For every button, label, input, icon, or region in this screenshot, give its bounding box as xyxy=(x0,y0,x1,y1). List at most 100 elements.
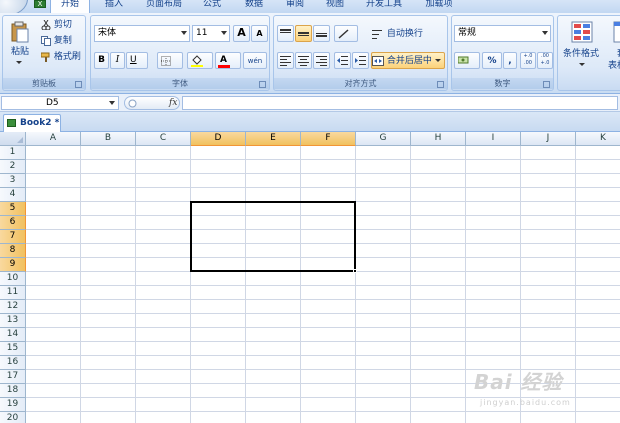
row-header-16[interactable]: 16 xyxy=(0,356,26,370)
merge-center-label: 合并后居中 xyxy=(386,56,432,66)
align-right-button[interactable] xyxy=(313,52,330,69)
row-header-17[interactable]: 17 xyxy=(0,370,26,384)
increase-indent-button[interactable] xyxy=(352,52,369,69)
baidu-jingyan-watermark: Bai 经验 jingyan.baidu.com xyxy=(474,364,620,416)
tab-developer[interactable]: 开发工具 xyxy=(360,0,408,13)
align-bottom-button[interactable] xyxy=(313,25,330,42)
font-name-combo[interactable]: 宋体 xyxy=(94,25,190,42)
font-color-button[interactable]: A xyxy=(215,52,241,69)
column-header-i[interactable]: I xyxy=(466,132,521,146)
row-header-9[interactable]: 9 xyxy=(0,258,26,272)
copy-button[interactable]: 复制 xyxy=(40,34,84,48)
row-header-12[interactable]: 12 xyxy=(0,300,26,314)
row-header-18[interactable]: 18 xyxy=(0,384,26,398)
row-header-2[interactable]: 2 xyxy=(0,160,26,174)
row-header-3[interactable]: 3 xyxy=(0,174,26,188)
align-center-button[interactable] xyxy=(295,52,312,69)
cut-button[interactable]: 剪切 xyxy=(40,18,84,32)
shrink-font-button[interactable]: A xyxy=(251,25,268,42)
number-dialog-launcher[interactable] xyxy=(543,81,550,88)
tab-review[interactable]: 审阅 xyxy=(280,0,310,13)
format-painter-button[interactable]: 格式刷 xyxy=(40,50,86,64)
row-header-11[interactable]: 11 xyxy=(0,286,26,300)
row-header-6[interactable]: 6 xyxy=(0,216,26,230)
row-header-1[interactable]: 1 xyxy=(0,146,26,160)
row-header-8[interactable]: 8 xyxy=(0,244,26,258)
tab-add-ins[interactable]: 加载项 xyxy=(418,0,460,13)
borders-button[interactable] xyxy=(157,52,183,69)
clipboard-dialog-launcher[interactable] xyxy=(75,81,82,88)
align-top-button[interactable] xyxy=(277,25,294,42)
formula-input[interactable] xyxy=(182,96,618,110)
row-header-14[interactable]: 14 xyxy=(0,328,26,342)
grow-font-icon: A xyxy=(237,26,246,39)
select-all-corner[interactable] xyxy=(0,132,26,146)
column-header-g[interactable]: G xyxy=(356,132,411,146)
tab-page-layout[interactable]: 页面布局 xyxy=(138,0,190,13)
phonetic-button[interactable]: wén xyxy=(243,52,267,69)
underline-button[interactable]: U xyxy=(126,52,148,69)
row-header-7[interactable]: 7 xyxy=(0,230,26,244)
italic-button[interactable]: I xyxy=(110,52,125,69)
align-middle-button[interactable] xyxy=(295,25,312,42)
column-header-h[interactable]: H xyxy=(411,132,466,146)
accounting-format-button[interactable] xyxy=(454,52,480,69)
orientation-button[interactable] xyxy=(334,25,358,42)
fill-handle[interactable] xyxy=(353,269,357,273)
paste-dropdown-arrow[interactable] xyxy=(16,61,22,64)
tab-view[interactable]: 视图 xyxy=(318,0,352,13)
font-dialog-launcher[interactable] xyxy=(259,81,266,88)
column-header-k[interactable]: K xyxy=(576,132,620,146)
insert-function-button[interactable]: fx xyxy=(169,97,177,109)
column-header-f[interactable]: F xyxy=(301,132,356,146)
decrease-indent-button[interactable] xyxy=(334,52,351,69)
column-header-e[interactable]: E xyxy=(246,132,301,146)
column-header-j[interactable]: J xyxy=(521,132,576,146)
percent-style-button[interactable]: % xyxy=(482,52,502,69)
selected-range-d5-f9[interactable] xyxy=(190,201,356,272)
gridline-horizontal xyxy=(26,313,620,314)
wrap-text-button[interactable]: 自动换行 xyxy=(371,25,443,42)
row-header-13[interactable]: 13 xyxy=(0,314,26,328)
workbook-icon xyxy=(7,119,16,127)
number-group: 常规 % , +.0 .00 .00 +.0 数字 xyxy=(451,15,554,91)
conditional-formatting-button[interactable]: 条件格式 xyxy=(560,18,604,74)
row-header-5[interactable]: 5 xyxy=(0,202,26,216)
fill-color-button[interactable] xyxy=(187,52,213,69)
grow-font-button[interactable]: A xyxy=(233,25,250,42)
borders-icon xyxy=(161,56,171,66)
row-header-15[interactable]: 15 xyxy=(0,342,26,356)
row-header-4[interactable]: 4 xyxy=(0,188,26,202)
column-header-a[interactable]: A xyxy=(26,132,81,146)
row-header-19[interactable]: 19 xyxy=(0,398,26,412)
paste-button[interactable]: 粘贴 xyxy=(5,18,33,68)
tab-data[interactable]: 数据 xyxy=(236,0,272,13)
tab-formulas[interactable]: 公式 xyxy=(196,0,228,13)
tab-home[interactable]: 开始 xyxy=(50,0,90,13)
row-header-10[interactable]: 10 xyxy=(0,272,26,286)
name-box-dropdown-icon[interactable] xyxy=(109,101,115,105)
font-name-dropdown-icon xyxy=(181,31,187,35)
tab-insert[interactable]: 插入 xyxy=(96,0,132,13)
phonetic-icon: wén xyxy=(247,57,263,65)
column-header-d[interactable]: D xyxy=(191,132,246,146)
workbook-tab-book2[interactable]: Book2 * xyxy=(3,114,61,132)
bold-button[interactable]: B xyxy=(94,52,109,69)
column-header-c[interactable]: C xyxy=(136,132,191,146)
paste-icon xyxy=(11,21,29,43)
font-size-combo[interactable]: 11 xyxy=(192,25,230,42)
decrease-decimal-button[interactable]: .00 +.0 xyxy=(537,52,553,69)
row-header-20[interactable]: 20 xyxy=(0,412,26,423)
alignment-dialog-launcher[interactable] xyxy=(437,81,444,88)
merge-center-button[interactable]: 合并后居中 xyxy=(371,52,445,69)
format-painter-label: 格式刷 xyxy=(53,52,81,62)
column-header-b[interactable]: B xyxy=(81,132,136,146)
copy-label: 复制 xyxy=(53,36,72,46)
increase-decimal-button[interactable]: +.0 .00 xyxy=(520,52,536,69)
name-box[interactable]: D5 xyxy=(1,96,119,110)
formula-bar-expand-icon[interactable] xyxy=(128,99,137,108)
format-as-table-button[interactable]: 套 表格 xyxy=(606,18,620,74)
align-left-button[interactable] xyxy=(277,52,294,69)
comma-style-button[interactable]: , xyxy=(503,52,517,69)
number-format-combo[interactable]: 常规 xyxy=(454,25,551,42)
